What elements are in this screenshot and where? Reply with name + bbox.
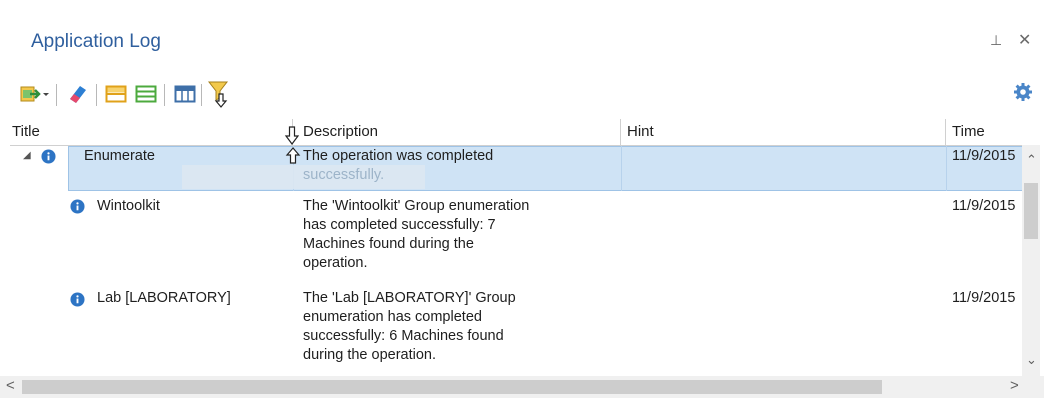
row-time: 11/9/2015 (952, 198, 1016, 214)
column-header-row: Title Description Hint Time (10, 119, 1028, 146)
application-log-panel: Application Log ⊥ ✕ Title Description Hi… (0, 0, 1044, 401)
toolbar-separator (164, 84, 165, 106)
log-rows: ◢ Enumerate The operation was completed … (10, 146, 1022, 378)
dropdown-arrow-icon[interactable] (42, 84, 50, 104)
settings-button[interactable] (1013, 82, 1033, 107)
column-header-time[interactable]: Time (946, 119, 1028, 145)
scroll-down-arrow-icon[interactable]: ⌄ (1026, 352, 1037, 368)
scroll-left-arrow-icon[interactable]: < (6, 377, 15, 394)
expand-rows-icon (135, 85, 157, 103)
info-icon (70, 292, 85, 307)
description-line: has completed successfully: 7 (303, 217, 496, 233)
cell-divider (946, 146, 947, 191)
vertical-scroll-thumb[interactable] (1024, 183, 1038, 239)
column-header-description[interactable]: Description (293, 119, 621, 145)
filter-icon (207, 81, 229, 108)
cell-divider (621, 146, 622, 191)
export-button[interactable] (20, 80, 50, 108)
clear-log-button[interactable] (66, 80, 90, 108)
description-line: Machines found during the (303, 236, 474, 252)
description-line: The operation was completed (303, 148, 494, 164)
pin-button[interactable]: ⊥ (990, 32, 1002, 49)
vertical-scrollbar[interactable] (1022, 145, 1040, 377)
description-line: The 'Lab [LABORATORY]' Group (303, 290, 516, 306)
description-line: operation. (303, 255, 368, 271)
description-line: during the operation. (303, 347, 437, 363)
scroll-up-arrow-icon[interactable]: ⌃ (1026, 152, 1037, 168)
row-description: The 'Wintoolkit' Group enumeration has c… (303, 197, 613, 273)
table-row[interactable]: ◢ Enumerate The operation was completed … (10, 146, 1022, 191)
description-line: enumeration has completed (303, 309, 482, 325)
row-title: Wintoolkit (97, 198, 160, 214)
horizontal-scroll-thumb[interactable] (22, 380, 882, 394)
columns-icon (174, 85, 196, 103)
move-cursor-icon (285, 147, 301, 164)
scroll-right-arrow-icon[interactable]: > (1010, 377, 1019, 394)
export-icon (20, 86, 41, 102)
info-icon (41, 149, 56, 164)
columns-button[interactable] (174, 80, 196, 108)
table-row[interactable]: Lab [LABORATORY] The 'Lab [LABORATORY]' … (10, 287, 1022, 369)
row-title: Lab [LABORATORY] (97, 290, 231, 306)
info-icon (70, 199, 85, 214)
row-time: 11/9/2015 (952, 148, 1016, 164)
panel-title: Application Log (31, 31, 161, 52)
description-line: successfully. (303, 167, 385, 183)
description-line: successfully: 6 Machines found (303, 328, 504, 344)
gear-icon (1014, 83, 1032, 101)
toolbar-separator (96, 84, 97, 106)
collapse-arrow-icon[interactable]: ◢ (23, 150, 31, 161)
close-button[interactable]: ✕ (1018, 30, 1031, 50)
toolbar-separator (201, 84, 202, 106)
description-line: The 'Wintoolkit' Group enumeration (303, 198, 530, 214)
column-header-title[interactable]: Title (10, 119, 293, 145)
collapse-rows-button[interactable] (105, 80, 127, 108)
table-row[interactable]: Wintoolkit The 'Wintoolkit' Group enumer… (10, 196, 1022, 278)
toolbar (20, 80, 1044, 110)
collapse-rows-icon (105, 85, 127, 103)
drag-cursor-icon (284, 126, 300, 145)
expand-rows-button[interactable] (135, 80, 157, 108)
log-grid: Title Description Hint Time ◢ Enumerate … (10, 119, 1028, 379)
row-description: The 'Lab [LABORATORY]' Group enumeration… (303, 289, 613, 365)
filter-button[interactable] (207, 80, 231, 108)
toolbar-separator (56, 84, 57, 106)
row-description: The operation was completed successfully… (303, 147, 613, 185)
row-title: Enumerate (84, 148, 155, 164)
eraser-icon (70, 86, 86, 103)
column-header-hint[interactable]: Hint (621, 119, 946, 145)
row-time: 11/9/2015 (952, 290, 1016, 306)
